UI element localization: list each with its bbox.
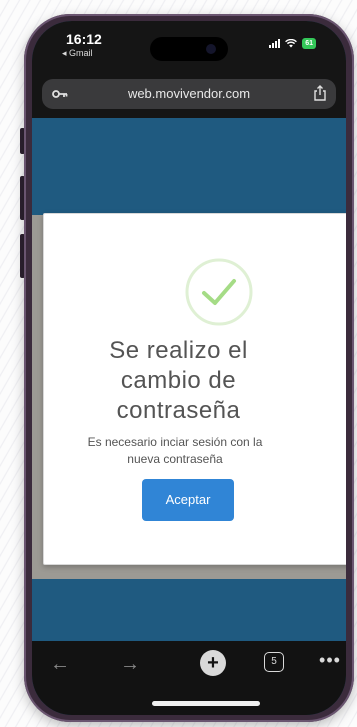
status-time: 16:12 <box>66 31 102 47</box>
battery-icon: 61 <box>302 38 316 49</box>
camera-icon <box>206 44 216 54</box>
signal-icon <box>269 39 281 48</box>
url-text[interactable]: web.movivendor.com <box>42 86 336 101</box>
back-to-gmail-link[interactable]: ◂ Gmail <box>62 48 93 59</box>
dialog-message-line-1: Es necesario inciar sesión con la <box>87 435 263 449</box>
dynamic-island <box>150 37 228 61</box>
address-field[interactable]: web.movivendor.com <box>42 79 336 109</box>
accept-button[interactable]: Aceptar <box>142 479 234 521</box>
status-icons: 61 <box>269 38 316 49</box>
status-bar: 16:12 ◂ Gmail 61 <box>32 21 346 73</box>
dialog-title-line-3: contraseña <box>116 397 241 424</box>
success-check-icon <box>185 258 253 326</box>
dialog-message-line-2: nueva contraseña <box>127 452 223 466</box>
dialog-title-line-2: cambio de <box>120 367 237 394</box>
dialog-title-line-1: Se realizo el <box>109 337 248 364</box>
share-icon[interactable] <box>313 85 327 101</box>
wifi-icon <box>285 39 298 48</box>
page-header-background <box>32 118 346 215</box>
browser-url-bar: web.movivendor.com <box>32 73 346 118</box>
